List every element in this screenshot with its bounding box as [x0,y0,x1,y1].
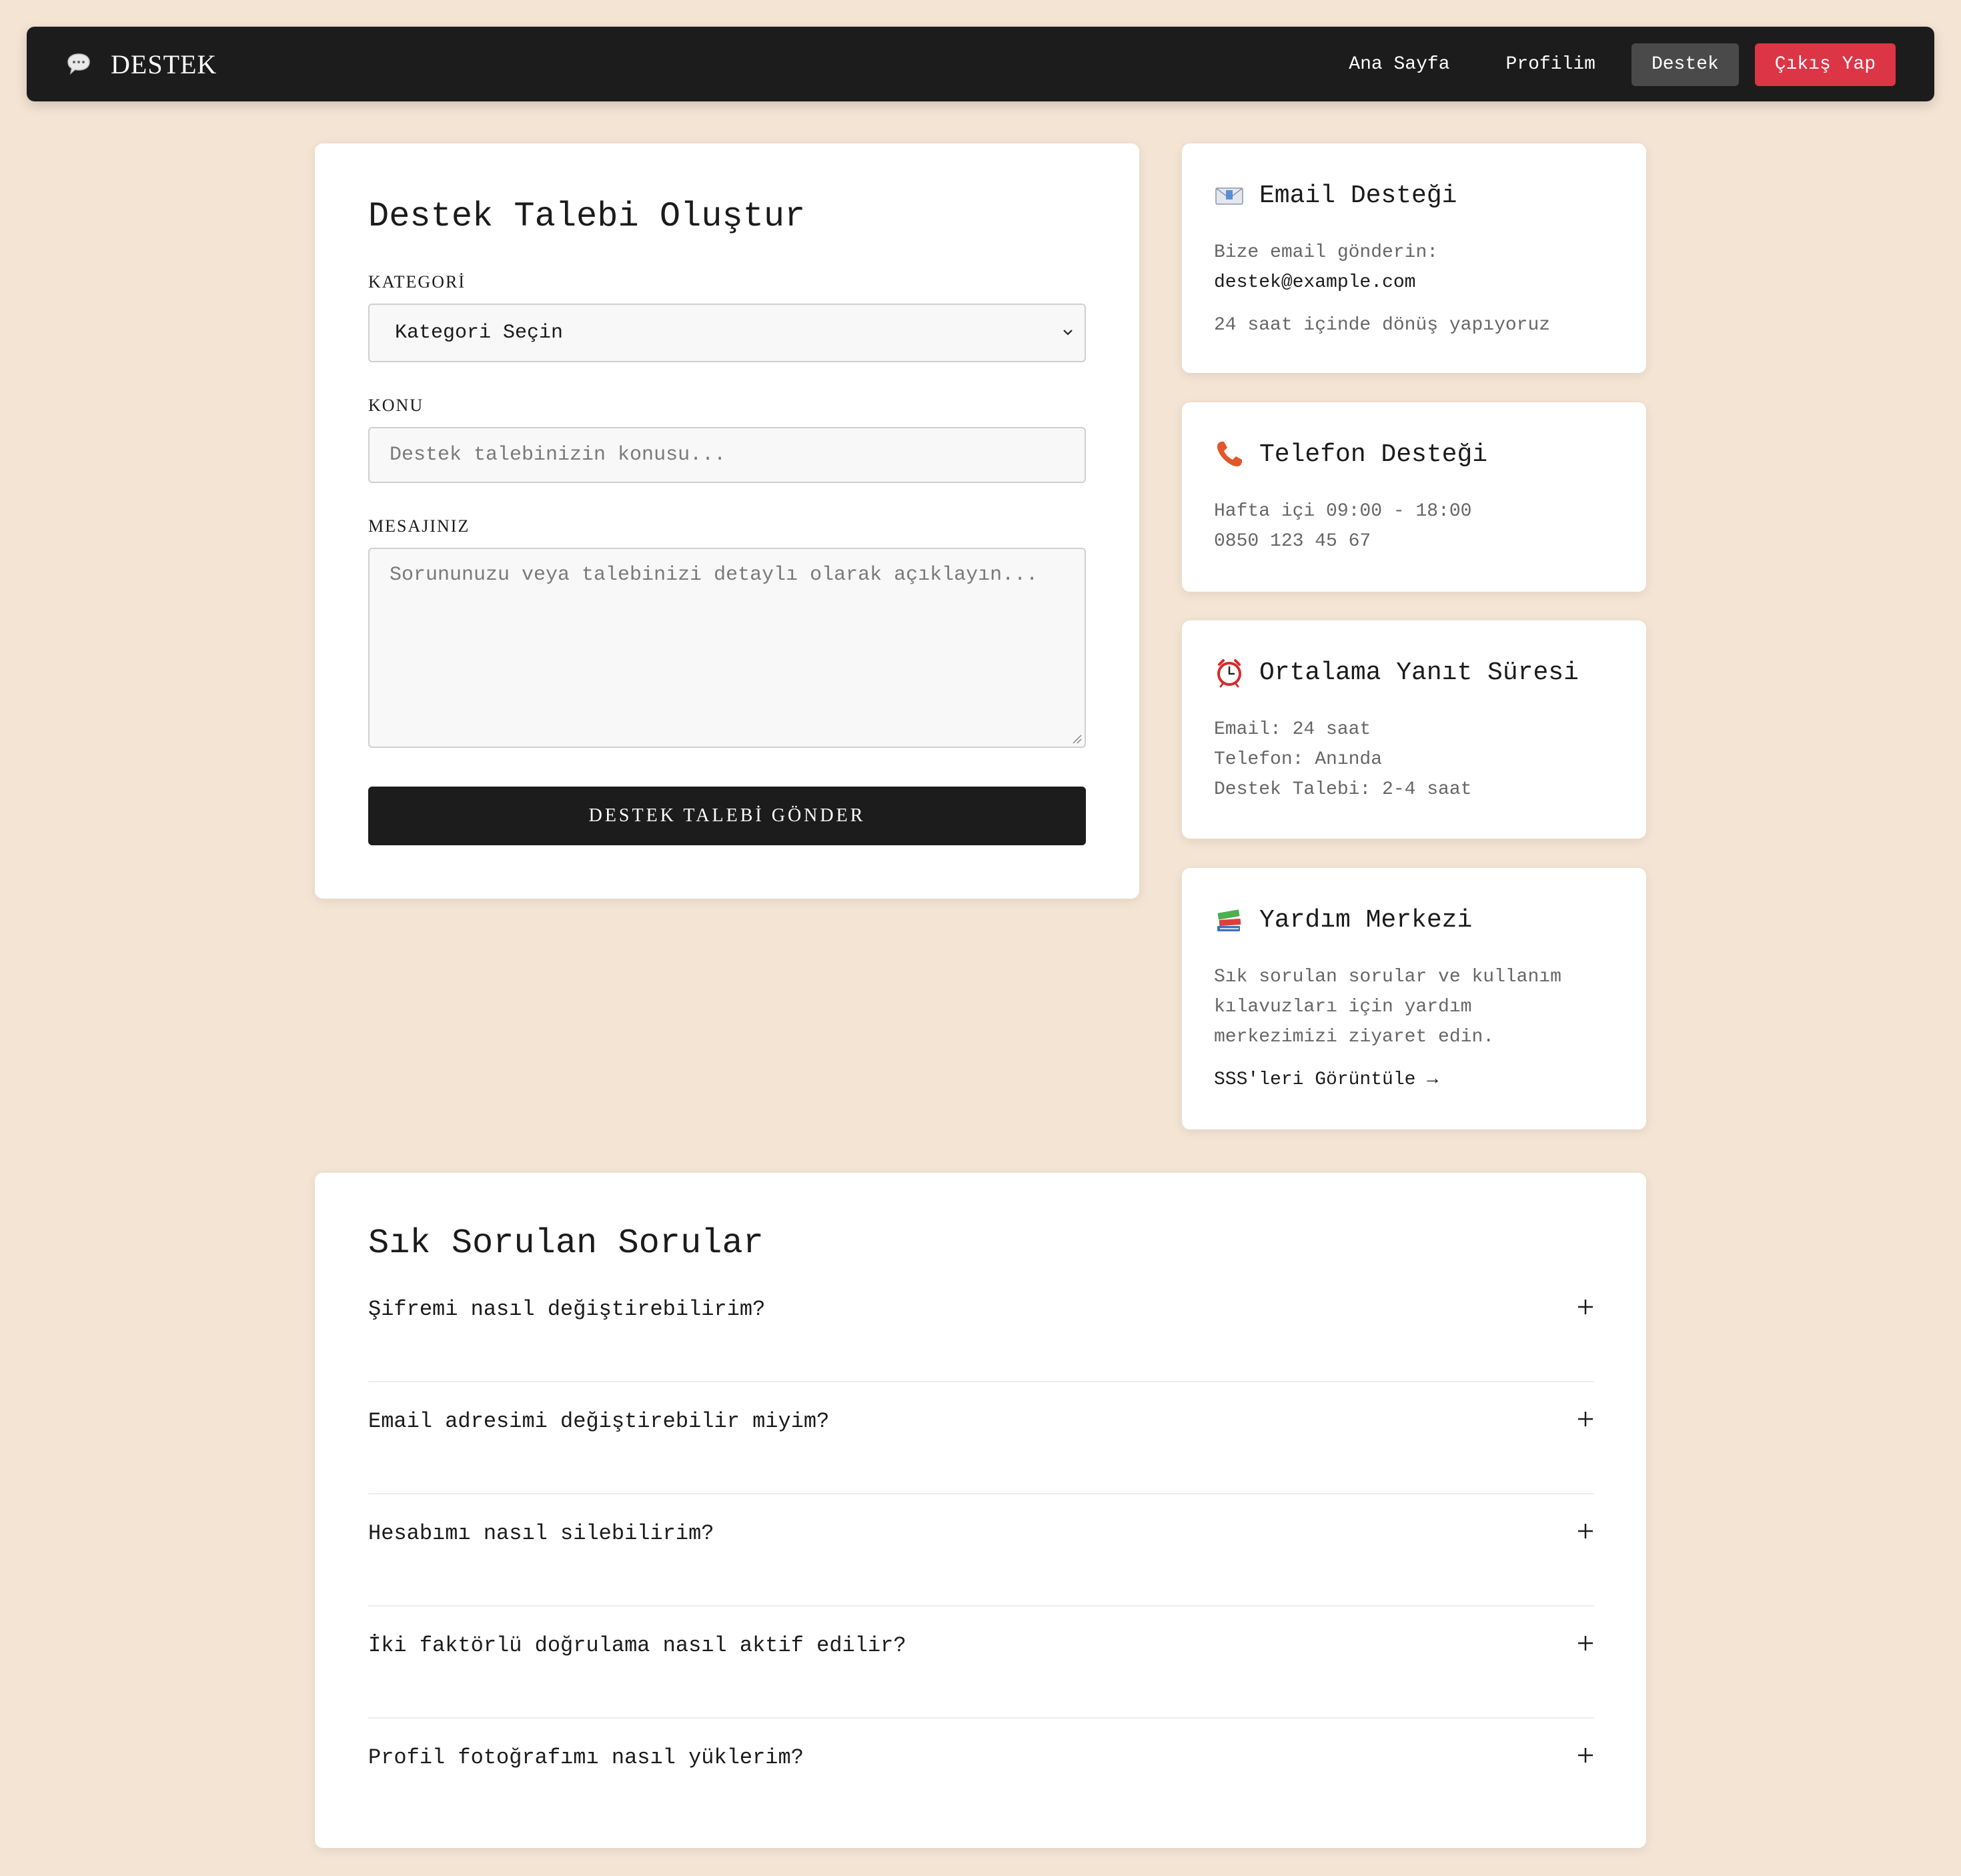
category-select[interactable]: Kategori Seçin [368,304,1086,362]
resize-grip-icon[interactable] [1070,732,1082,744]
faq-item[interactable]: İki faktörlü doğrulama nasıl aktif edili… [368,1605,1594,1719]
email-support-card: Email Desteği Bize email gönderin: deste… [1182,143,1646,373]
logout-button[interactable]: Çıkış Yap [1754,43,1896,86]
response-time-card: Ortalama Yanıt Süresi Email: 24 saat Tel… [1182,620,1646,839]
phone-support-card: Telefon Desteği Hafta içi 09:00 - 18:00 … [1182,402,1646,592]
message-placeholder: Sorununuzu veya talebinizi detaylı olara… [390,564,1039,586]
email-support-text: Bize email gönderin: [1214,242,1439,263]
nav-link-support[interactable]: Destek [1631,43,1739,86]
faq-question: Email adresimi değiştirebilir miyim? [368,1409,830,1434]
submit-ticket-button[interactable]: DESTEK TALEBİ GÖNDER [368,787,1086,845]
chevron-down-icon [1063,330,1073,336]
brand-title: DESTEK [111,49,217,79]
phone-hours: Hafta içi 09:00 - 18:00 [1214,501,1472,522]
subject-input[interactable]: Destek talebinizin konusu... [368,427,1086,483]
faq-item[interactable]: Profil fotoğrafımı nasıl yüklerim? [368,1717,1594,1829]
response-time-email: Email: 24 saat [1214,719,1371,740]
speech-bubble-icon [67,53,90,75]
response-time-ticket: Destek Talebi: 2-4 saat [1214,779,1472,800]
faq-question: Profil fotoğrafımı nasıl yüklerim? [368,1745,804,1770]
response-time-title: Ortalama Yanıt Süresi [1259,658,1579,687]
faq-card: Sık Sorulan Sorular Şifremi nasıl değişt… [315,1173,1646,1848]
response-time-header: Ortalama Yanıt Süresi [1214,657,1579,688]
email-response-note: 24 saat içinde dönüş yapıyoruz [1214,315,1551,336]
brand[interactable]: DESTEK [65,27,217,101]
phone-support-title: Telefon Desteği [1259,440,1488,469]
nav-link-home[interactable]: Ana Sayfa [1329,43,1469,86]
help-center-desc-line3: merkezimizi ziyaret edin. [1214,1027,1495,1047]
category-select-value: Kategori Seçin [395,322,564,344]
faq-item[interactable]: Hesabımı nasıl silebilirim? [368,1493,1594,1606]
help-center-title: Yardım Merkezi [1259,905,1473,935]
plus-icon[interactable] [1577,1747,1594,1764]
plus-icon[interactable] [1577,1634,1594,1652]
faq-question: Şifremi nasıl değiştirebilirim? [368,1297,766,1322]
help-center-desc-line1: Sık sorulan sorular ve kullanım [1214,967,1561,987]
message-label: MESAJINIZ [368,516,470,536]
help-center-card: Yardım Merkezi Sık sorulan sorular ve ku… [1182,868,1646,1129]
response-time-phone: Telefon: Anında [1214,749,1383,770]
faq-question: İki faktörlü doğrulama nasıl aktif edili… [368,1633,906,1658]
category-label: KATEGORİ [368,272,466,292]
faq-item[interactable]: Şifremi nasıl değiştirebilirim? [368,1269,1594,1382]
plus-icon[interactable] [1577,1410,1594,1428]
telephone-icon [1217,442,1242,467]
nav-links: Ana Sayfa Profilim Destek Çıkış Yap [1313,43,1896,86]
phone-number[interactable]: 0850 123 45 67 [1214,526,1371,556]
email-support-title: Email Desteği [1259,181,1457,210]
navbar: DESTEK Ana Sayfa Profilim Destek Çıkış Y… [27,27,1934,101]
nav-link-profile[interactable]: Profilim [1486,43,1615,86]
faq-title: Sık Sorulan Sorular [368,1224,764,1263]
subject-label: KONU [368,396,424,415]
plus-icon[interactable] [1577,1298,1594,1316]
view-faq-link[interactable]: SSS'leri Görüntüle → [1214,1069,1438,1090]
faq-item[interactable]: Email adresimi değiştirebilir miyim? [368,1381,1594,1494]
envelope-icon [1215,187,1243,205]
plus-icon[interactable] [1577,1522,1594,1540]
help-center-header: Yardım Merkezi [1214,905,1472,935]
help-center-desc-line2: kılavuzları için yardım [1214,997,1472,1017]
form-title: Destek Talebi Oluştur [368,197,806,236]
books-icon [1217,909,1241,931]
phone-support-header: Telefon Desteği [1214,439,1487,470]
faq-question: Hesabımı nasıl silebilirim? [368,1521,714,1546]
message-textarea[interactable]: Sorununuzu veya talebinizi detaylı olara… [368,548,1086,748]
alarm-clock-icon [1217,659,1241,688]
support-email-address[interactable]: destek@example.com [1214,268,1415,298]
email-support-header: Email Desteği [1214,180,1457,211]
support-form-card: Destek Talebi Oluştur KATEGORİ Kategori … [315,143,1139,899]
